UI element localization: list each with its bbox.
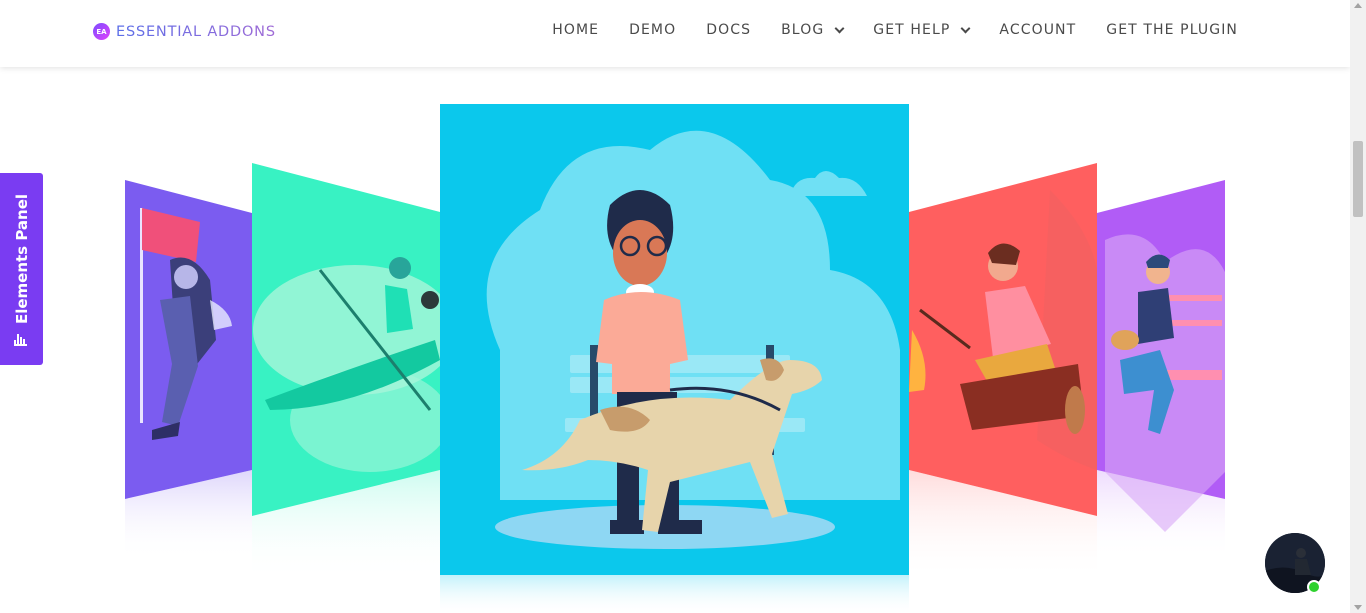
slide-campfire[interactable] xyxy=(909,163,1097,580)
nav-label: GET HELP xyxy=(873,22,951,38)
scroll-down-arrow-icon[interactable] xyxy=(1354,605,1362,610)
nav-label: HOME xyxy=(552,22,600,38)
elements-panel-tab[interactable]: Elements Panel xyxy=(0,173,43,365)
logo-mark-icon: EA xyxy=(93,23,110,40)
nav-label: DOCS xyxy=(706,22,752,38)
page-scrollbar[interactable] xyxy=(1350,0,1366,613)
scroll-up-arrow-icon[interactable] xyxy=(1354,3,1362,8)
nav-item-account[interactable]: ACCOUNT xyxy=(999,22,1076,38)
elements-panel-label: Elements Panel xyxy=(12,193,31,325)
nav-label: ACCOUNT xyxy=(999,22,1077,38)
nav-item-docs[interactable]: DOCS xyxy=(706,22,751,38)
nav-item-demo[interactable]: DEMO xyxy=(629,22,676,38)
chevron-down-icon xyxy=(834,23,845,33)
nav-label: BLOG xyxy=(781,22,825,38)
coverflow-carousel xyxy=(125,104,1225,613)
nav-item-get-the-plugin[interactable]: GET THE PLUGIN xyxy=(1106,22,1238,38)
nav-label: GET THE PLUGIN xyxy=(1106,22,1238,38)
page: EA ESSENTIAL ADDONS HOME DEMO DOCS BLOG … xyxy=(0,0,1366,613)
slide-boy-with-dog[interactable] xyxy=(440,104,909,613)
online-status-indicator xyxy=(1307,580,1321,594)
nav-item-get-help[interactable]: GET HELP xyxy=(873,22,971,38)
bar-chart-icon xyxy=(14,334,27,346)
scrollbar-thumb[interactable] xyxy=(1353,141,1363,217)
site-header: EA ESSENTIAL ADDONS HOME DEMO DOCS BLOG … xyxy=(0,0,1350,67)
brand-logo[interactable]: EA ESSENTIAL ADDONS xyxy=(93,23,276,40)
chevron-down-icon xyxy=(960,23,971,33)
nav-label: DEMO xyxy=(629,22,677,38)
main-nav: HOME DEMO DOCS BLOG GET HELP ACCOUNT GET… xyxy=(552,22,1238,38)
slide-hiker[interactable] xyxy=(125,180,252,560)
slide-guitar[interactable] xyxy=(1097,180,1225,560)
nav-item-home[interactable]: HOME xyxy=(552,22,599,38)
brand-name: ESSENTIAL ADDONS xyxy=(116,23,276,40)
slide-kayaker[interactable] xyxy=(252,163,457,580)
nav-item-blog[interactable]: BLOG xyxy=(781,22,845,38)
